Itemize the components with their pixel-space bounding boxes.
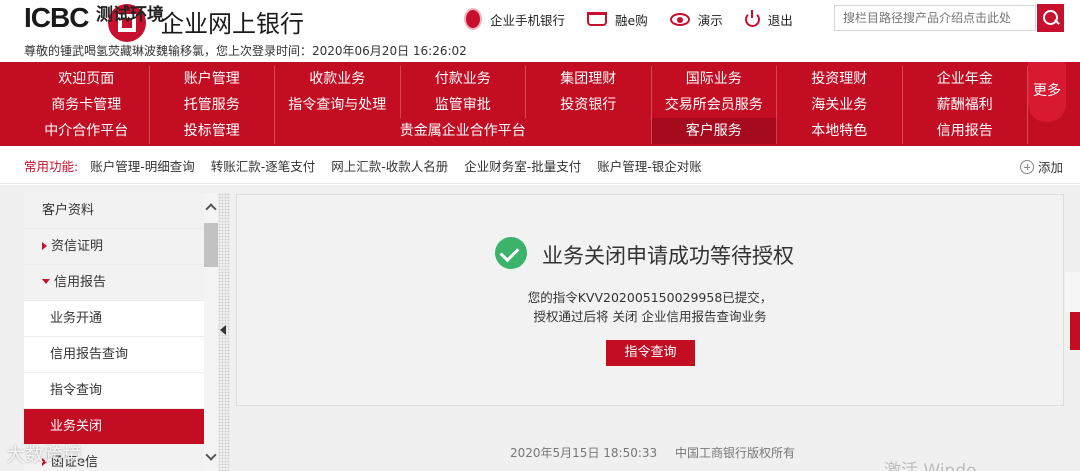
nav-item[interactable]: 欢迎页面 — [24, 66, 150, 92]
nav-item[interactable]: 集团理财 — [526, 66, 652, 92]
nav-item[interactable]: 企业年金 — [903, 66, 1028, 92]
nav-item[interactable]: 海关业务 — [777, 92, 903, 118]
power-icon — [744, 9, 760, 27]
result-message-line: 您的指令KVV202005150029958已提交， — [527, 290, 773, 305]
rongego-label: 融e购 — [615, 12, 648, 28]
sidebar-item-report-query[interactable]: 信用报告查询 — [24, 337, 204, 373]
success-check-icon — [495, 237, 527, 269]
nav-item[interactable]: 投资银行 — [526, 92, 652, 118]
mobile-bank-icon — [464, 8, 482, 30]
sidebar-item-label: 业务开通 — [50, 311, 103, 326]
nav-item[interactable]: 投资理财 — [777, 66, 903, 92]
nav-item[interactable]: 投标管理 — [150, 118, 275, 144]
quick-functions-bar: 常用功能: 账户管理-明细查询 转账汇款-逐笔支付 网上汇款-收款人名册 企业财… — [0, 148, 1080, 184]
quick-item[interactable]: 账户管理-明细查询 — [90, 156, 195, 175]
sidebar-item-label: 指令查询 — [50, 383, 103, 398]
quick-item[interactable]: 网上汇款-收款人名册 — [331, 156, 448, 175]
nav-item[interactable]: 付款业务 — [401, 66, 526, 92]
sidebar-scrollbar[interactable] — [204, 193, 218, 471]
nav-item[interactable]: 商务卡管理 — [24, 92, 150, 118]
welcome-message: 尊敬的锺武喝氢荧藏琳波魏输移氯，您上次登录时间：2020年06月20日 16:2… — [24, 44, 467, 58]
nav-item-active[interactable]: 客户服务 — [651, 118, 777, 144]
quick-item[interactable]: 账户管理-银企对账 — [597, 156, 702, 175]
nav-item[interactable]: 监管审批 — [401, 92, 526, 118]
add-label: 添加 — [1038, 160, 1064, 175]
nav-item[interactable]: 薪酬福利 — [903, 92, 1028, 118]
right-edge-panel — [1065, 272, 1080, 312]
nav-item[interactable]: 托管服务 — [150, 92, 275, 118]
search-input[interactable] — [834, 5, 1036, 31]
nav-item[interactable]: 交易所会员服务 — [652, 92, 777, 118]
sidebar-item-label: 资信证明 — [51, 239, 104, 254]
header: ICBC 测试环境 企业网上银行 尊敬的锺武喝氢荧藏琳波魏输移氯，您上次登录时间… — [0, 0, 1080, 62]
footer-copyright: 中国工商银行版权所有 — [674, 446, 795, 460]
add-quick-function-button[interactable]: 添加 — [1020, 157, 1063, 176]
logout-label: 退出 — [767, 12, 793, 28]
main-nav: 欢迎页面 账户管理 收款业务 付款业务 集团理财 国际业务 投资理财 企业年金 … — [0, 62, 1080, 146]
footer: 2020年5月15日 18:50:33 中国工商银行版权所有 — [510, 444, 809, 461]
result-panel: 业务关闭申请成功等待授权 您的指令KVV202005150029958已提交， … — [236, 194, 1064, 406]
nav-more-button[interactable]: 更多 — [1028, 62, 1066, 122]
nav-item[interactable]: 中介合作平台 — [24, 118, 150, 144]
sidebar-item-instruction-query[interactable]: 指令查询 — [24, 373, 204, 409]
sidebar: 客户资料 资信证明 信用报告 业务开通 信用报告查询 指令查询 业务关闭 函证e… — [24, 193, 218, 471]
sidebar-item-label: 信用报告 — [54, 275, 107, 290]
mobile-bank-label: 企业手机银行 — [490, 12, 566, 28]
nav-item[interactable]: 本地特色 — [777, 118, 903, 144]
quick-item[interactable]: 转账汇款-逐笔支付 — [211, 156, 316, 175]
nav-item[interactable]: 账户管理 — [150, 66, 275, 92]
result-message-line: 授权通过后将 关闭 企业信用报告查询业务 — [533, 309, 767, 324]
instruction-query-button[interactable]: 指令查询 — [606, 340, 695, 366]
sidebar-item-open-service[interactable]: 业务开通 — [24, 301, 204, 337]
nav-item[interactable]: 收款业务 — [275, 66, 401, 92]
cart-icon — [587, 12, 608, 26]
quick-functions-label: 常用功能: — [24, 159, 79, 174]
collapse-sidebar-icon[interactable] — [220, 325, 226, 335]
top-links: 企业手机银行 融e购 演示 退出 — [464, 6, 815, 32]
logout-link[interactable]: 退出 — [744, 9, 793, 29]
footer-datetime: 2020年5月15日 18:50:33 — [510, 446, 658, 460]
watermark-right: 激活 Windo — [884, 461, 977, 471]
triangle-down-icon — [42, 279, 50, 284]
icbc-logo-text: ICBC — [24, 2, 89, 33]
rongego-link[interactable]: 融e购 — [587, 10, 648, 29]
search-button[interactable] — [1037, 4, 1064, 32]
result-title: 业务关闭申请成功等待授权 — [542, 244, 794, 268]
nav-item[interactable]: 国际业务 — [652, 66, 777, 92]
chevron-down-icon[interactable] — [205, 449, 217, 461]
sidebar-item-credit-proof[interactable]: 资信证明 — [24, 229, 204, 265]
sidebar-item-label: 业务关闭 — [50, 419, 103, 434]
sidebar-header[interactable]: 客户资料 — [24, 193, 204, 229]
sidebar-item-label: 信用报告查询 — [50, 347, 129, 362]
environment-tag: 测试环境 — [96, 5, 164, 25]
right-floating-tab[interactable] — [1070, 312, 1080, 350]
demo-label: 演示 — [697, 12, 723, 28]
sidebar-header-label: 客户资料 — [42, 203, 95, 218]
chevron-up-icon[interactable] — [205, 203, 217, 215]
scrollbar-thumb[interactable] — [204, 223, 218, 267]
bank-title: 企业网上银行 — [160, 10, 304, 38]
nav-item[interactable]: 贵金属企业合作平台 — [275, 118, 652, 144]
watermark-left: 大数跨境 — [6, 444, 83, 466]
mobile-bank-link[interactable]: 企业手机银行 — [464, 8, 565, 30]
plus-circle-icon — [1020, 159, 1034, 174]
quick-item[interactable]: 企业财务室-批量支付 — [464, 156, 581, 175]
sidebar-item-credit-report[interactable]: 信用报告 — [24, 265, 204, 301]
demo-link[interactable]: 演示 — [669, 10, 723, 29]
nav-item[interactable]: 指令查询与处理 — [275, 92, 401, 118]
triangle-right-icon — [42, 241, 47, 250]
nav-grid: 欢迎页面 账户管理 收款业务 付款业务 集团理财 国际业务 投资理财 企业年金 … — [24, 66, 1028, 144]
demo-eye-icon — [669, 12, 690, 26]
nav-item[interactable]: 信用报告 — [903, 118, 1028, 144]
